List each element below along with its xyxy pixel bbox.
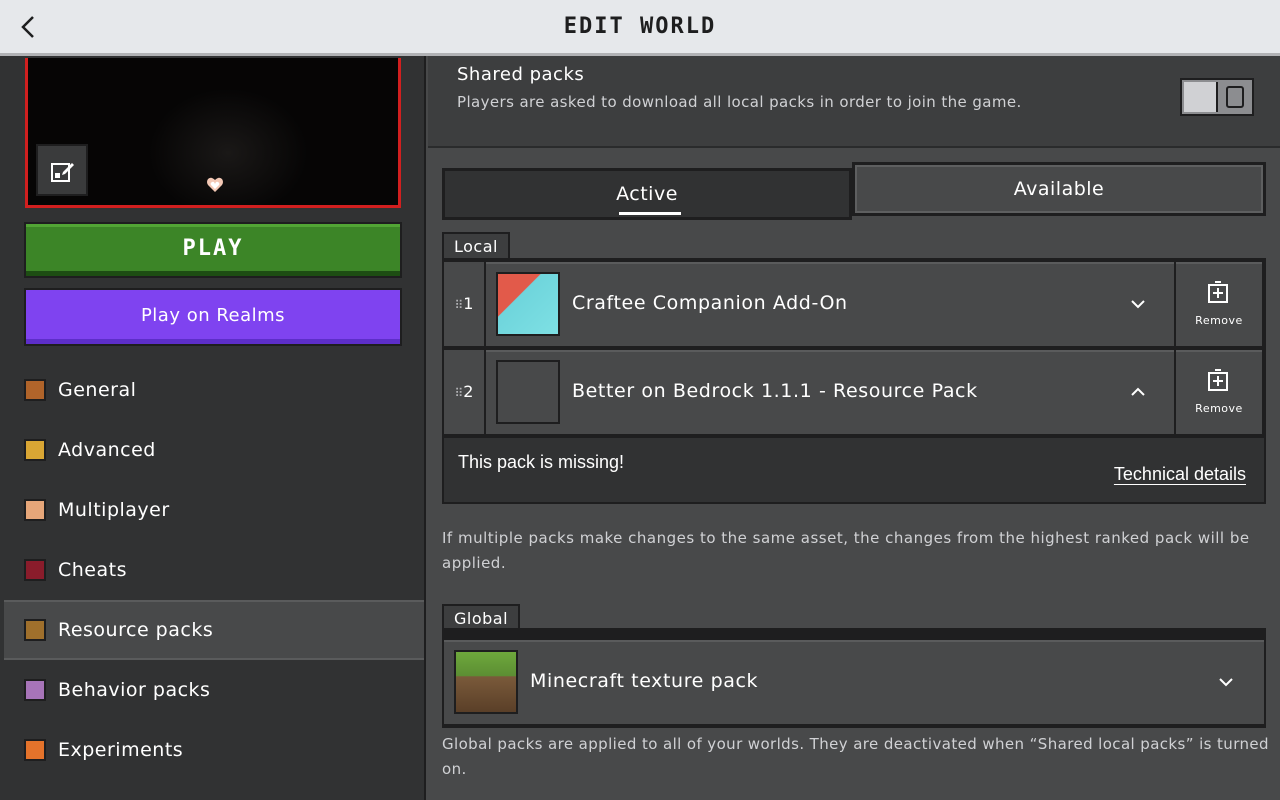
general-icon — [24, 379, 46, 401]
cheats-icon — [24, 559, 46, 581]
world-preview-image — [25, 58, 401, 208]
pack-name: Better on Bedrock 1.1.1 - Resource Pack — [572, 380, 978, 402]
pack-entry-minecraft-texture-pack[interactable]: Minecraft texture pack — [444, 640, 1264, 724]
global-packs-list: Minecraft texture pack — [442, 628, 1266, 728]
sidebar-item-label: Cheats — [58, 559, 127, 581]
sidebar-item-label: Multiplayer — [58, 499, 170, 521]
sidebar-item-general[interactable]: General — [0, 360, 424, 420]
pack-entry-better-on-bedrock[interactable]: Better on Bedrock 1.1.1 - Resource Pack — [486, 350, 1174, 434]
sidebar: PLAY Play on Realms General Advanced Mul… — [0, 56, 426, 800]
sidebar-item-label: General — [58, 379, 137, 401]
sidebar-item-resource-packs[interactable]: Resource packs — [4, 600, 424, 660]
pack-thumbnail — [496, 272, 560, 336]
shared-packs-title: Shared packs — [457, 64, 585, 85]
pack-rank: 1 — [463, 294, 474, 313]
chevron-down-icon — [1131, 300, 1145, 309]
pack-tabs: Active Available — [442, 162, 1266, 222]
pack-rank: 2 — [463, 382, 474, 401]
sidebar-item-multiplayer[interactable]: Multiplayer — [0, 480, 424, 540]
pack-entry-craftee[interactable]: Craftee Companion Add-On — [486, 262, 1174, 346]
multiplayer-icon — [24, 499, 46, 521]
chevron-up-icon — [1131, 387, 1145, 396]
tab-active-label: Active — [616, 183, 678, 205]
drag-handle[interactable]: ⠿2 — [444, 350, 484, 434]
shared-packs-description: Players are asked to download all local … — [457, 93, 1022, 111]
main-panel: Shared packs Players are asked to downlo… — [428, 56, 1280, 800]
play-on-realms-button[interactable]: Play on Realms — [24, 288, 402, 346]
shared-packs-toggle[interactable] — [1180, 78, 1254, 116]
play-button[interactable]: PLAY — [24, 222, 402, 278]
tab-available[interactable]: Available — [852, 162, 1266, 216]
edit-image-button[interactable] — [36, 144, 88, 196]
remove-icon — [1208, 369, 1228, 391]
sidebar-nav: General Advanced Multiplayer Cheats Reso… — [0, 360, 424, 780]
resource-packs-icon — [24, 619, 46, 641]
chevron-down-icon — [1219, 678, 1233, 687]
remove-icon — [1208, 281, 1228, 303]
remove-button[interactable]: Remove — [1176, 262, 1262, 346]
sidebar-item-cheats[interactable]: Cheats — [0, 540, 424, 600]
local-section-label: Local — [442, 232, 510, 260]
sidebar-item-label: Experiments — [58, 739, 184, 761]
sidebar-item-experiments[interactable]: Experiments — [0, 720, 424, 780]
advanced-icon — [24, 439, 46, 461]
page-title: EDIT WORLD — [563, 14, 717, 39]
pack-thumbnail — [454, 650, 518, 714]
list-item: ⠿1 Craftee Companion Add-On Remove — [444, 262, 1264, 346]
remove-label: Remove — [1195, 314, 1243, 327]
pack-name: Craftee Companion Add-On — [572, 292, 848, 314]
shared-packs-setting: Shared packs Players are asked to downlo… — [428, 56, 1280, 148]
edit-image-icon — [51, 163, 74, 182]
sidebar-item-advanced[interactable]: Advanced — [0, 420, 424, 480]
title-bar: EDIT WORLD — [0, 0, 1280, 56]
missing-pack-text: This pack is missing! — [458, 452, 625, 472]
remove-button[interactable]: Remove — [1176, 350, 1262, 434]
pack-priority-info: If multiple packs make changes to the sa… — [442, 529, 1250, 572]
sidebar-item-label: Resource packs — [58, 619, 214, 641]
sidebar-item-behavior-packs[interactable]: Behavior packs — [0, 660, 424, 720]
behavior-packs-icon — [24, 679, 46, 701]
local-packs-list: ⠿1 Craftee Companion Add-On Remove ⠿2 Be… — [442, 258, 1266, 504]
list-item: ⠿2 Better on Bedrock 1.1.1 - Resource Pa… — [444, 350, 1264, 434]
technical-details-link[interactable]: Technical details — [1114, 464, 1246, 485]
heart-icon — [207, 177, 223, 192]
pack-thumbnail — [496, 360, 560, 424]
global-packs-info: Global packs are applied to all of your … — [442, 735, 1269, 778]
tab-available-label: Available — [1013, 178, 1105, 200]
sidebar-item-label: Advanced — [58, 439, 156, 461]
experiments-icon — [24, 739, 46, 761]
remove-label: Remove — [1195, 402, 1243, 415]
sidebar-item-label: Behavior packs — [58, 679, 211, 701]
missing-pack-notice: This pack is missing! Technical details — [444, 438, 1264, 502]
drag-handle[interactable]: ⠿1 — [444, 262, 484, 346]
tab-active[interactable]: Active — [442, 168, 852, 220]
pack-name: Minecraft texture pack — [530, 670, 759, 692]
